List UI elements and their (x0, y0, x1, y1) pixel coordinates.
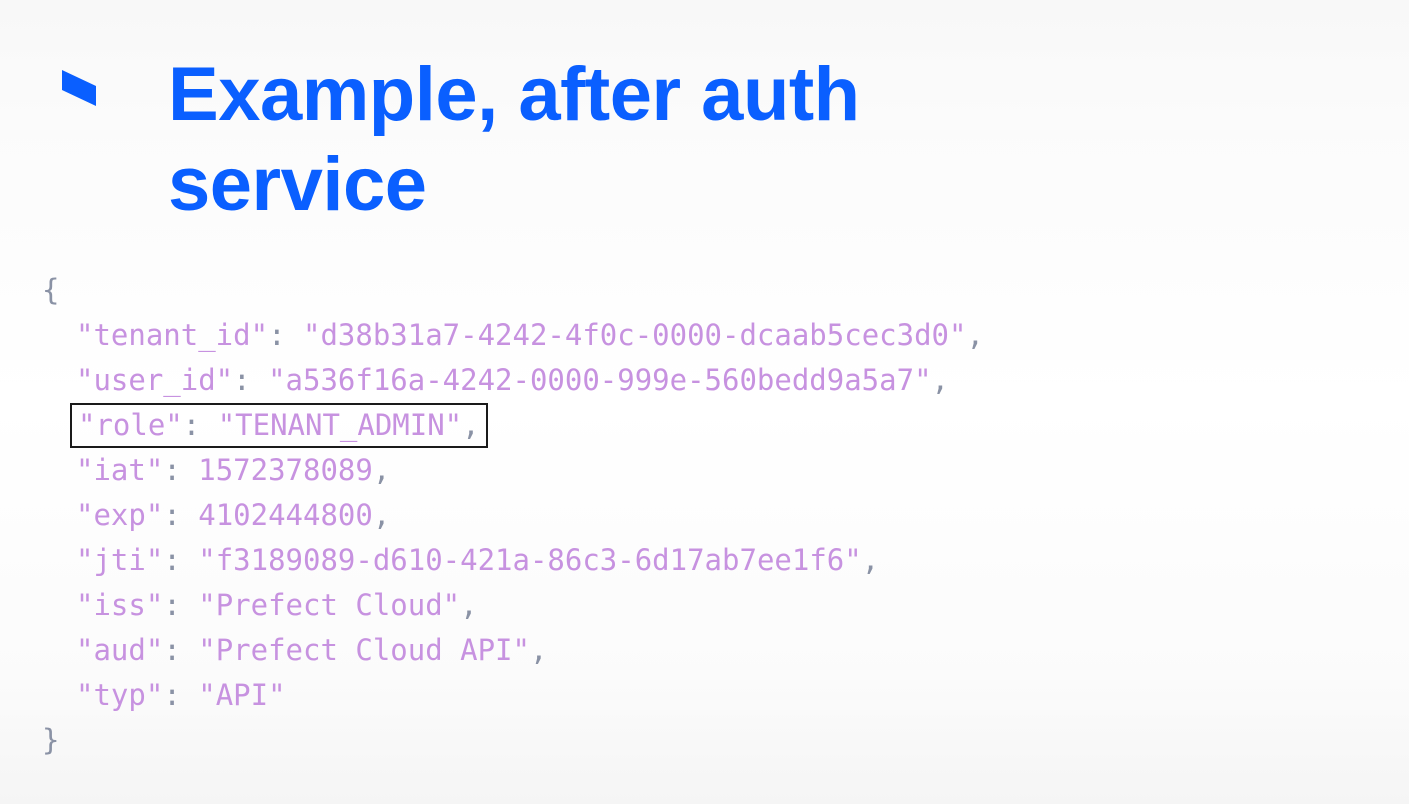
code-line: "iat": 1572378089, (42, 448, 984, 493)
brace-open: { (42, 273, 59, 307)
code-line: "typ": "API" (42, 673, 984, 718)
json-code-block: { "tenant_id": "d38b31a7-4242-4f0c-0000-… (42, 268, 984, 763)
code-line: "iss": "Prefect Cloud", (42, 583, 984, 628)
brace-close: } (42, 723, 59, 757)
code-line: "aud": "Prefect Cloud API", (42, 628, 984, 673)
code-line: "user_id": "a536f16a-4242-0000-999e-560b… (42, 358, 984, 403)
code-line: "jti": "f3189089-d610-421a-86c3-6d17ab7e… (42, 538, 984, 583)
code-line: "tenant_id": "d38b31a7-4242-4f0c-0000-dc… (42, 313, 984, 358)
code-line: "exp": 4102444800, (42, 493, 984, 538)
highlight-box: "role": "TENANT_ADMIN", (70, 403, 488, 448)
prefect-logo-icon (62, 70, 96, 118)
slide-title: Example, after auth service (168, 50, 1068, 229)
code-line-highlighted: "role": "TENANT_ADMIN", (42, 403, 984, 448)
